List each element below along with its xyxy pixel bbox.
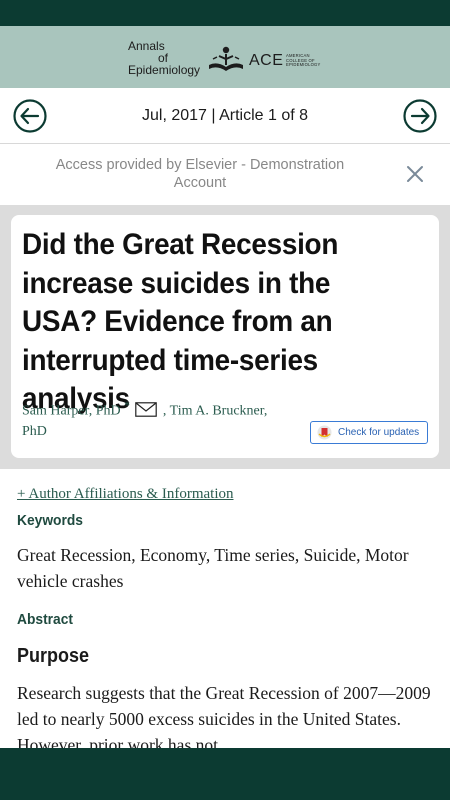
next-article-icon[interactable] [403, 99, 437, 133]
check-for-updates-label: Check for updates [338, 427, 420, 438]
journal-logo: Annals of Epidemiology [128, 40, 200, 76]
authors-line2[interactable]: PhD [22, 424, 47, 440]
ace-full-name: AMERICAN COLLEGE OF EPIDEMIOLOGY [286, 53, 321, 68]
abstract-heading: Abstract [17, 611, 73, 628]
keywords-text: Great Recession, Economy, Time series, S… [17, 545, 409, 591]
status-bar [0, 0, 450, 26]
purpose-heading: Purpose [17, 645, 90, 667]
article-nav-bar: Jul, 2017 | Article 1 of 8 [0, 88, 450, 144]
access-banner: Access provided by Elsevier - Demonstrat… [0, 145, 450, 205]
keywords-heading: Keywords [17, 512, 83, 529]
author-1-link[interactable]: Sam Harper, PhD [22, 404, 121, 419]
author-2-link[interactable]: , Tim A. Bruckner, [163, 404, 267, 419]
ace-abbrev: ACE [249, 52, 284, 69]
authors-line1: Sam Harper, PhD * , Tim A. Bruckner, [22, 399, 267, 420]
corresponding-marker: * [124, 399, 130, 412]
author-affiliations-link[interactable]: + Author Affiliations & Information [17, 486, 234, 503]
purpose-text: Research suggests that the Great Recessi… [17, 683, 431, 755]
ace-emblem-icon [209, 46, 243, 71]
bottom-navigation-bar [0, 748, 450, 800]
journal-name-line3: Epidemiology [128, 63, 201, 77]
issue-info: Jul, 2017 | Article 1 of 8 [141, 107, 309, 124]
access-banner-text: Access provided by Elsevier - Demonstrat… [55, 157, 345, 191]
crossmark-icon [317, 425, 332, 440]
article-title: Did the Great Recession increase suicide… [22, 228, 339, 415]
close-icon[interactable] [404, 163, 426, 185]
check-for-updates-button[interactable]: Check for updates [310, 421, 428, 444]
mail-icon[interactable] [135, 401, 158, 417]
